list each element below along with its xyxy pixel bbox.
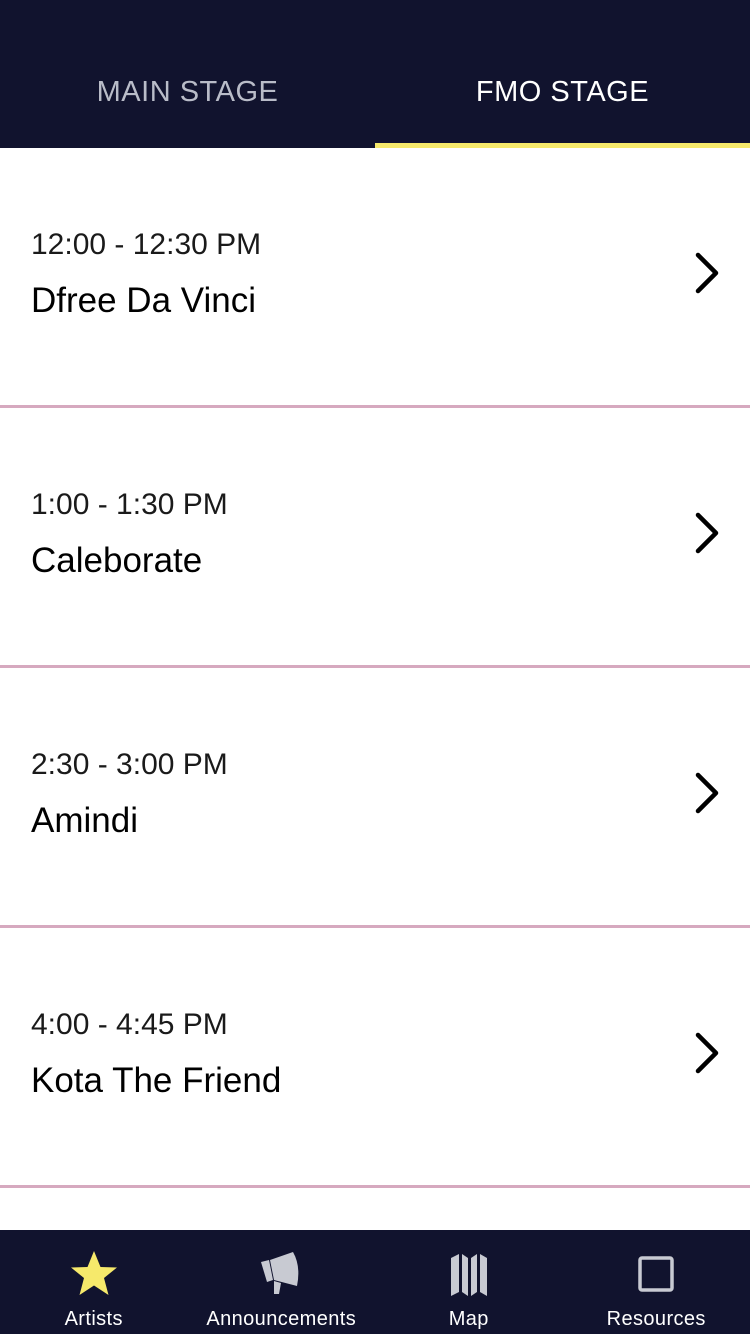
app-screen: MAIN STAGE FMO STAGE 12:00 - 12:30 PM Df… (0, 0, 750, 1334)
star-icon (70, 1251, 117, 1295)
chevron-right-icon (695, 252, 719, 294)
chevron-right-icon (695, 772, 719, 814)
artist-name: Amindi (31, 801, 138, 840)
square-icon (638, 1256, 674, 1292)
list-item[interactable]: 4:00 - 4:45 PM Kota The Friend (0, 928, 750, 1188)
nav-label-resources: Resources (606, 1308, 706, 1330)
nav-item-map[interactable]: Map (375, 1230, 563, 1334)
nav-label-artists: Artists (64, 1308, 123, 1330)
map-icon (450, 1254, 487, 1296)
chevron-right-icon (695, 1032, 719, 1074)
tab-fmo-stage-label: FMO STAGE (475, 75, 650, 108)
set-time: 1:00 - 1:30 PM (31, 488, 228, 521)
megaphone-icon (261, 1252, 299, 1294)
artist-name: Kota The Friend (31, 1061, 282, 1100)
set-time: 12:00 - 12:30 PM (31, 228, 262, 261)
tab-main-stage[interactable]: MAIN STAGE (0, 0, 375, 148)
artist-name: Dfree Da Vinci (31, 281, 257, 320)
stage-tab-bar: MAIN STAGE FMO STAGE (0, 0, 750, 148)
tab-main-stage-label: MAIN STAGE (96, 75, 279, 108)
schedule-list[interactable]: 12:00 - 12:30 PM Dfree Da Vinci 1:00 - 1… (0, 148, 750, 1230)
nav-label-map: Map (448, 1308, 489, 1330)
chevron-right-icon (695, 512, 719, 554)
list-item[interactable]: 1:00 - 1:30 PM Caleborate (0, 408, 750, 668)
set-time: 2:30 - 3:00 PM (31, 748, 228, 781)
nav-label-announcements: Announcements (206, 1308, 357, 1330)
bottom-nav: Artists Announcements Map Resources (0, 1230, 750, 1334)
artist-name: Caleborate (31, 541, 203, 580)
set-time: 4:00 - 4:45 PM (31, 1008, 228, 1041)
nav-item-artists[interactable]: Artists (0, 1230, 188, 1334)
list-item[interactable]: 2:30 - 3:00 PM Amindi (0, 668, 750, 928)
nav-item-announcements[interactable]: Announcements (188, 1230, 376, 1334)
list-item[interactable]: 12:00 - 12:30 PM Dfree Da Vinci (0, 148, 750, 408)
tab-fmo-stage[interactable]: FMO STAGE (375, 0, 750, 148)
nav-item-resources[interactable]: Resources (563, 1230, 750, 1334)
